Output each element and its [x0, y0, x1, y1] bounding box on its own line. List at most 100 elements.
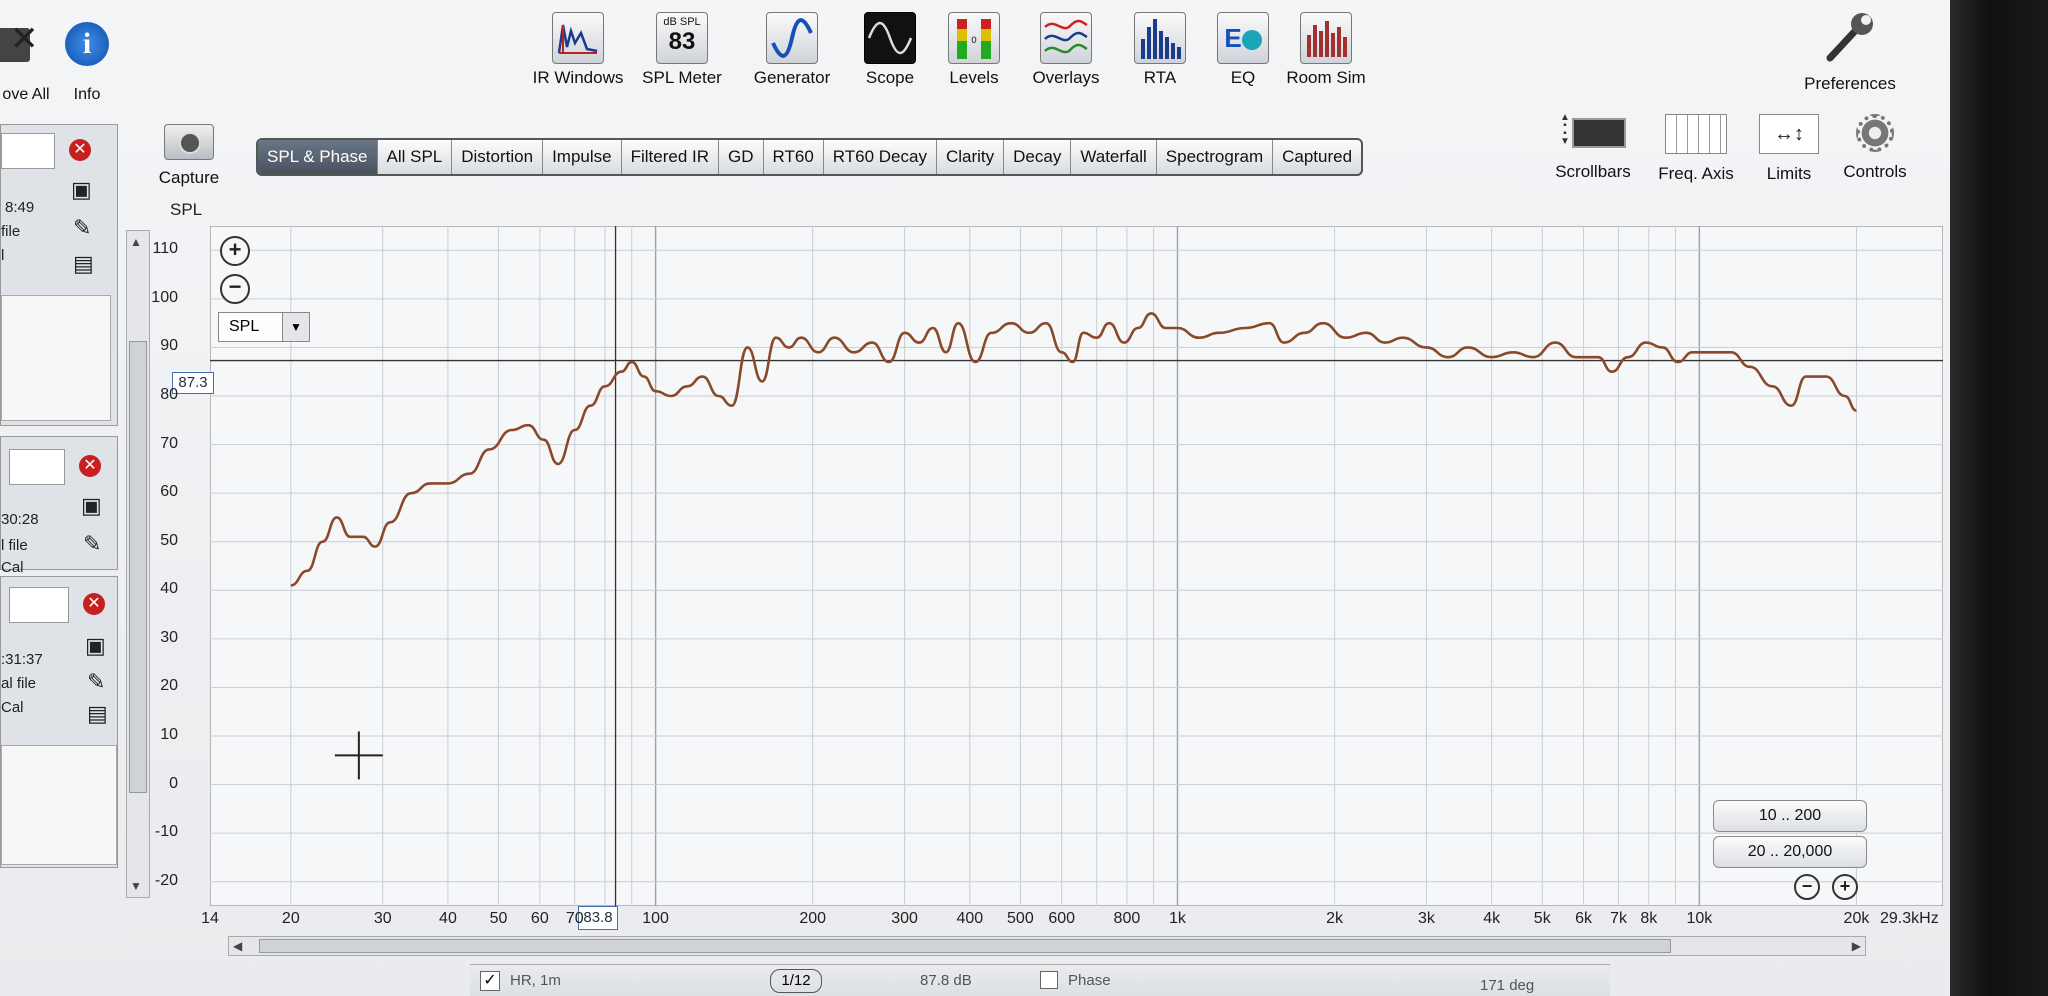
y-tick-label: 10 [160, 726, 178, 743]
pen-icon[interactable]: ✎ [73, 215, 91, 241]
zoom-in-icon[interactable]: + [220, 236, 250, 266]
tab-distortion[interactable]: Distortion [452, 140, 544, 174]
measurement-notes-area[interactable] [1, 745, 117, 865]
save-icon[interactable]: ▣ [71, 177, 92, 203]
scroll-right-icon[interactable]: ▶ [1852, 937, 1861, 955]
remove-measurement-icon[interactable]: ✕ [83, 593, 105, 615]
preferences-button[interactable]: Preferences [1790, 8, 1910, 94]
scroll-thumb[interactable] [259, 939, 1671, 953]
rta-button[interactable]: RTA [1128, 12, 1192, 88]
x-tick-label: 800 [1113, 910, 1141, 927]
levels-button[interactable]: 0 Levels [942, 12, 1006, 88]
range-10-200-button[interactable]: 10 .. 200 [1713, 800, 1867, 832]
range-20-20000-button[interactable]: 20 .. 20,000 [1713, 836, 1867, 868]
x-tick-label: 7k [1610, 910, 1627, 927]
save-icon[interactable]: ▣ [81, 493, 102, 519]
curve-selector[interactable]: SPL ▼ [218, 312, 310, 342]
ir-windows-button[interactable]: IR Windows [528, 12, 628, 88]
tab-decay[interactable]: Decay [1004, 140, 1072, 174]
x-tick-label: 14 [201, 910, 219, 927]
zoom-out-icon[interactable]: − [220, 274, 250, 304]
spl-graph[interactable] [209, 225, 1944, 907]
notes-icon[interactable]: ▤ [87, 701, 108, 727]
eq-icon: E [1217, 12, 1269, 64]
scroll-left-icon[interactable]: ◀ [233, 937, 242, 955]
scope-button[interactable]: Scope [848, 12, 932, 88]
limits-button[interactable]: ↔↕ Limits [1754, 114, 1824, 184]
overlays-button[interactable]: Overlays [1022, 12, 1110, 88]
x-tick-label: 4k [1483, 910, 1501, 927]
tab-rt60[interactable]: RT60 [764, 140, 824, 174]
measurement-name-field[interactable] [1, 133, 55, 169]
zoom-out-icon[interactable]: − [1794, 874, 1820, 900]
tab-spl-phase[interactable]: SPL & Phase [258, 140, 378, 174]
pen-icon[interactable]: ✎ [87, 669, 105, 695]
measurement-line3: l [1, 247, 5, 264]
vertical-scrollbar[interactable]: ▲ ▼ [126, 230, 150, 898]
measurement-time: 8:49 [5, 199, 35, 216]
measurement-notes-area[interactable] [1, 295, 111, 421]
remove-measurement-icon[interactable]: ✕ [69, 139, 91, 161]
eq-button[interactable]: E EQ [1212, 12, 1274, 88]
levels-label: Levels [949, 68, 999, 87]
rta-icon [1134, 12, 1186, 64]
scroll-up-icon[interactable]: ▲ [130, 235, 142, 249]
save-icon[interactable]: ▣ [85, 633, 106, 659]
tab-clarity[interactable]: Clarity [937, 140, 1005, 174]
measurement-line2: al file [1, 675, 37, 692]
info-icon: i [65, 22, 109, 66]
tab-filtered-ir[interactable]: Filtered IR [622, 140, 720, 174]
info-button[interactable]: i Info [60, 20, 114, 104]
controls-button[interactable]: Controls [1834, 114, 1916, 182]
tab-captured[interactable]: Captured [1273, 140, 1361, 174]
measurement-panel-1[interactable]: ✕ 8:49 ▣ file ✎ l ▤ [0, 124, 118, 426]
notes-icon[interactable]: ▤ [73, 251, 94, 277]
measurement-time: :31:37 [1, 651, 43, 668]
pen-icon[interactable]: ✎ [83, 531, 101, 557]
measurement-line3: Cal [1, 559, 24, 576]
eq-label: EQ [1230, 68, 1256, 87]
scroll-down-icon[interactable]: ▼ [130, 879, 142, 893]
spl-meter-button[interactable]: dB SPL 83 SPL Meter [633, 12, 731, 88]
capture-button[interactable]: Capture [152, 124, 226, 188]
freq-axis-icon [1665, 114, 1727, 154]
overlays-label: Overlays [1032, 68, 1100, 87]
zoom-in-icon[interactable]: + [1832, 874, 1858, 900]
y-tick-label: 90 [160, 337, 178, 355]
horizontal-scrollbar[interactable]: ◀ ▶ [228, 936, 1866, 956]
smoothing-selector[interactable]: 1/12 [770, 969, 822, 993]
plot-background [209, 225, 1944, 907]
x-tick-label: 20 [281, 910, 300, 927]
generator-button[interactable]: Generator [742, 12, 842, 88]
levels-icon: 0 [948, 12, 1000, 64]
measurement-panel-3[interactable]: ✕ :31:37 ▣ al file ✎ Cal ▤ [0, 576, 118, 868]
remove-measurement-icon[interactable]: ✕ [79, 455, 101, 477]
scrollbars-button[interactable]: ▲ ▪ ▪ ▼ Scrollbars [1548, 113, 1638, 182]
scroll-thumb[interactable] [129, 341, 147, 793]
generator-label: Generator [753, 68, 831, 87]
x-tick-label: 300 [891, 910, 918, 927]
x-tick-label: 600 [1048, 910, 1076, 927]
x-tick-label: 200 [799, 910, 827, 927]
remove-all-button[interactable]: ✕ ove All [0, 20, 52, 104]
measurement-name-field[interactable] [9, 449, 65, 485]
tab-waterfall[interactable]: Waterfall [1071, 140, 1157, 174]
tab-impulse[interactable]: Impulse [543, 140, 622, 174]
hr-label: HR, 1m [510, 972, 561, 989]
measurement-name-field[interactable] [9, 587, 69, 623]
tab-spectrogram[interactable]: Spectrogram [1157, 140, 1274, 174]
tab-all-spl[interactable]: All SPL [378, 140, 453, 174]
wrench-icon [1820, 8, 1880, 66]
x-tick-label: 50 [489, 910, 508, 927]
room-sim-button[interactable]: Room Sim [1284, 12, 1368, 88]
freq-axis-button[interactable]: Freq. Axis [1650, 114, 1742, 184]
phase-checkbox[interactable] [1040, 971, 1058, 989]
info-label: Info [73, 86, 101, 103]
tab-rt60-decay[interactable]: RT60 Decay [824, 140, 937, 174]
x-tick-label: 30 [373, 910, 392, 927]
hr-checkbox[interactable]: ✓ [480, 971, 500, 991]
spl-meter-icon: dB SPL 83 [656, 12, 708, 64]
measurement-panel-2[interactable]: ✕ 30:28 ▣ l file ✎ Cal [0, 436, 118, 576]
tab-gd[interactable]: GD [719, 140, 764, 174]
rta-label: RTA [1143, 68, 1177, 87]
